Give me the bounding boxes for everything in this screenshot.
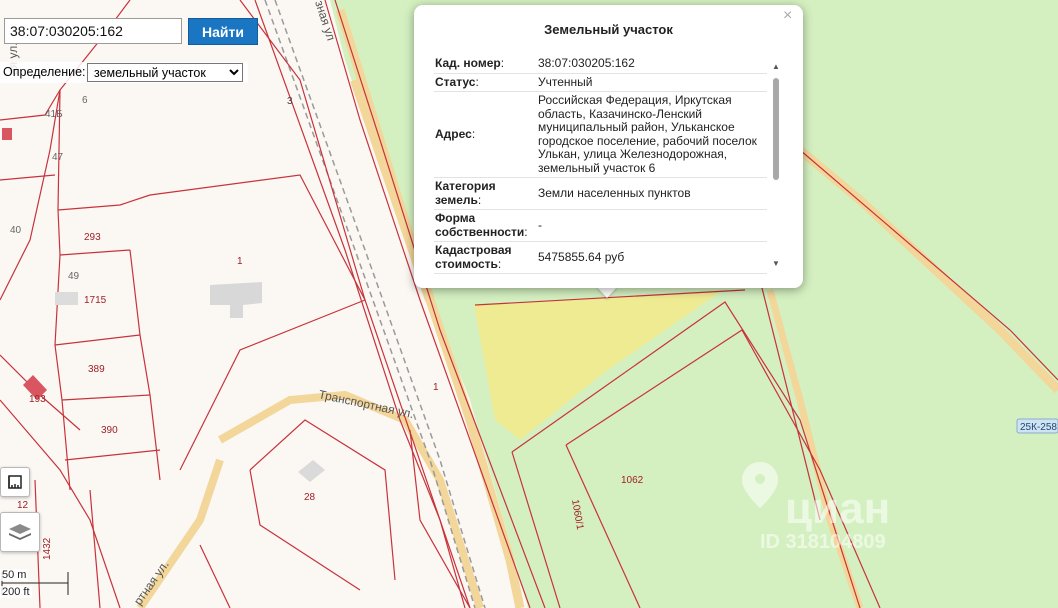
info-key: Кадастровая стоимость: [434,241,538,274]
scale-imperial: 200 ft [0,586,32,598]
layers-button[interactable] [0,512,40,552]
scale-metric: 50 m [0,569,29,581]
parcel-label: 40 [10,225,22,236]
parcel-label: 49 [68,271,80,282]
definition-select[interactable]: земельный участок [87,63,243,82]
info-key: Кад. номер: [434,55,538,74]
info-row: Кад. номер: 38:07:030205:162 [434,55,767,74]
building [55,292,78,305]
info-value: 5475855.64 руб [538,241,767,274]
parcel-label: 3 [287,96,293,107]
ruler-tool-button[interactable] [0,467,30,497]
info-row: Кадастровая стоимость: 5475855.64 руб [434,241,767,274]
parcel-label: 47 [52,152,64,163]
watermark-brand: циан [785,484,890,533]
find-button[interactable]: Найти [188,18,258,45]
info-value: 38:07:030205:162 [538,55,767,74]
parcel-info-popup: Земельный участок × Кад. номер: 38:07:03… [414,5,803,288]
info-key: Статус: [434,73,538,92]
scroll-down-icon[interactable]: ▼ [771,259,781,268]
parcel-label: 293 [84,232,101,243]
building-highlight [2,128,12,140]
parcel-label: 193 [29,394,46,405]
parcel-info-table: Кад. номер: 38:07:030205:162 Статус: Учт… [434,55,767,274]
parcel-label: 1432 [42,537,53,560]
parcel-label: 6 [82,95,88,106]
scroll-thumb[interactable] [773,78,779,180]
info-value: Российская Федерация, Иркутская область,… [538,91,767,178]
watermark-id: ID 318104809 [760,531,886,553]
popup-title: Земельный участок [544,22,673,37]
parcel-label: 41Б [45,109,63,120]
parcel-label: 389 [88,364,105,375]
parcel-label: 1 [237,256,243,267]
info-key: Адрес: [434,91,538,178]
info-value: Учтенный [538,73,767,92]
info-row: Форма собственности: - [434,209,767,242]
info-key: Форма собственности: [434,209,538,242]
parcel-label: 1062 [621,475,644,486]
layers-icon [9,524,31,540]
info-value: - [538,209,767,242]
parcel-label: 28 [304,492,316,503]
road-badge-label: 25К-258 [1020,422,1057,433]
info-key: Категория земель: [434,177,538,210]
popup-body: Кад. номер: 38:07:030205:162 Статус: Учт… [434,55,767,277]
cadastral-search-input[interactable] [4,18,182,44]
popup-scrollbar[interactable]: ▲ ▼ [771,62,781,268]
parcel-label: 1 [433,382,439,393]
scroll-up-icon[interactable]: ▲ [771,62,781,71]
parcel-label: 1715 [84,295,107,306]
definition-row: Определение: земельный участок [0,62,248,83]
close-icon[interactable]: × [783,7,792,25]
info-row: Адрес: Российская Федерация, Иркутская о… [434,91,767,178]
parcel-label: 390 [101,425,118,436]
info-value: Земли населенных пунктов [538,177,767,210]
definition-label: Определение: [3,65,86,79]
ruler-icon [8,475,22,489]
info-row: Категория земель: Земли населенных пункт… [434,177,767,210]
parcel-label: 12 [17,500,29,511]
info-row: Статус: Учтенный [434,73,767,92]
